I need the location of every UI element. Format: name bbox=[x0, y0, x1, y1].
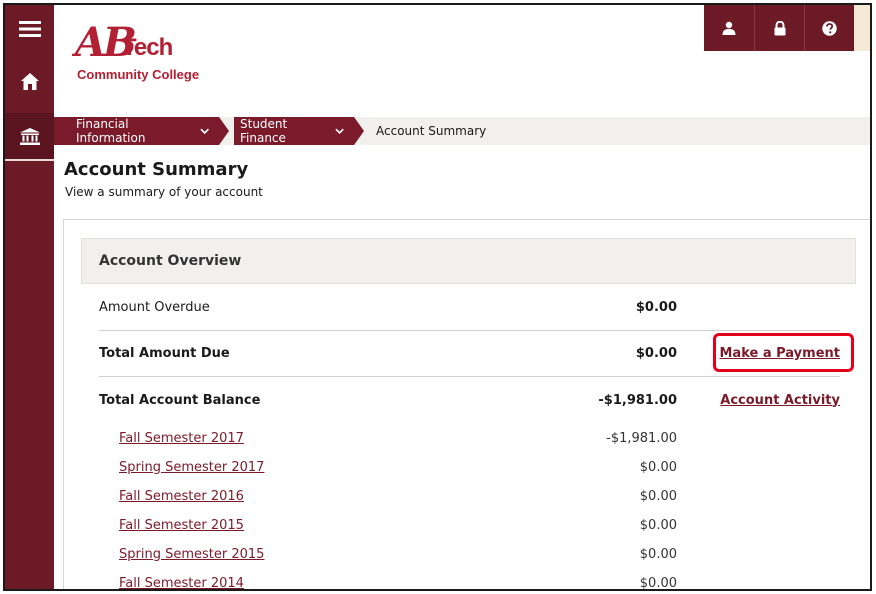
menu-button[interactable] bbox=[5, 5, 54, 53]
page-subtitle: View a summary of your account bbox=[65, 185, 263, 199]
app-frame: AB Tech Community College Financial Info… bbox=[3, 3, 872, 591]
account-overview-heading: Account Overview bbox=[81, 238, 856, 284]
total-account-balance-row: Total Account Balance -$1,981.00 Account… bbox=[99, 377, 840, 423]
help-button[interactable] bbox=[804, 5, 854, 51]
term-link[interactable]: Spring Semester 2017 bbox=[119, 460, 264, 475]
sign-out-button[interactable] bbox=[754, 5, 804, 51]
user-icon bbox=[722, 21, 736, 35]
chevron-down-icon bbox=[199, 128, 209, 134]
college-logo[interactable]: AB Tech Community College bbox=[75, 23, 205, 93]
logo-subtitle: Community College bbox=[77, 67, 200, 82]
help-icon bbox=[822, 20, 837, 36]
page-title: Account Summary bbox=[64, 159, 249, 180]
term-amount: $0.00 bbox=[639, 459, 677, 475]
toolbar-accent bbox=[854, 5, 870, 51]
account-overview-card: Account Overview Amount Overdue $0.00 To… bbox=[63, 219, 870, 591]
menu-icon bbox=[18, 21, 41, 37]
amount-overdue-row: Amount Overdue $0.00 bbox=[99, 285, 840, 331]
term-amount: $0.00 bbox=[639, 575, 677, 591]
chevron-down-icon bbox=[335, 128, 344, 134]
logo-tech: Tech bbox=[122, 34, 173, 61]
row-label: Total Account Balance bbox=[99, 392, 261, 408]
list-item: Spring Semester 2017 $0.00 bbox=[119, 456, 840, 478]
row-amount: -$1,981.00 bbox=[598, 392, 677, 408]
breadcrumb-financial-information[interactable]: Financial Information bbox=[54, 117, 219, 145]
term-amount: $0.00 bbox=[639, 546, 677, 562]
profile-button[interactable] bbox=[704, 5, 754, 51]
list-item: Fall Semester 2017 -$1,981.00 bbox=[119, 427, 840, 449]
term-link[interactable]: Fall Semester 2016 bbox=[119, 489, 244, 504]
breadcrumb-student-finance[interactable]: Student Finance bbox=[234, 117, 354, 145]
list-item: Fall Semester 2016 $0.00 bbox=[119, 485, 840, 507]
account-activity-link[interactable]: Account Activity bbox=[720, 393, 840, 408]
term-link[interactable]: Fall Semester 2017 bbox=[119, 431, 244, 446]
list-item: Spring Semester 2015 $0.00 bbox=[119, 543, 840, 565]
row-label: Total Amount Due bbox=[99, 346, 230, 361]
lock-icon bbox=[774, 20, 785, 35]
breadcrumb-label: Financial Information bbox=[76, 117, 146, 145]
term-amount: $0.00 bbox=[639, 488, 677, 504]
row-label: Amount Overdue bbox=[99, 300, 210, 315]
breadcrumb: Financial Information Student Finance Ac… bbox=[54, 117, 870, 145]
highlight-box bbox=[713, 333, 854, 372]
term-amount: $0.00 bbox=[639, 517, 677, 533]
home-icon bbox=[20, 72, 39, 90]
home-button[interactable] bbox=[5, 57, 54, 105]
list-item: Fall Semester 2015 $0.00 bbox=[119, 514, 840, 536]
breadcrumb-separator bbox=[354, 117, 364, 145]
term-amount: -$1,981.00 bbox=[606, 430, 677, 446]
row-amount: $0.00 bbox=[635, 300, 677, 315]
bank-icon bbox=[19, 127, 40, 145]
term-link[interactable]: Fall Semester 2015 bbox=[119, 518, 244, 533]
finance-button[interactable] bbox=[5, 113, 54, 161]
breadcrumb-label: Student Finance bbox=[240, 117, 288, 145]
side-rail bbox=[5, 5, 54, 589]
breadcrumb-current: Account Summary bbox=[376, 124, 487, 138]
term-link[interactable]: Fall Semester 2014 bbox=[119, 576, 244, 590]
top-toolbar bbox=[704, 5, 854, 51]
term-link[interactable]: Spring Semester 2015 bbox=[119, 547, 264, 562]
list-item: Fall Semester 2014 $0.00 bbox=[119, 572, 840, 591]
breadcrumb-separator bbox=[219, 117, 229, 145]
row-amount: $0.00 bbox=[635, 346, 677, 361]
